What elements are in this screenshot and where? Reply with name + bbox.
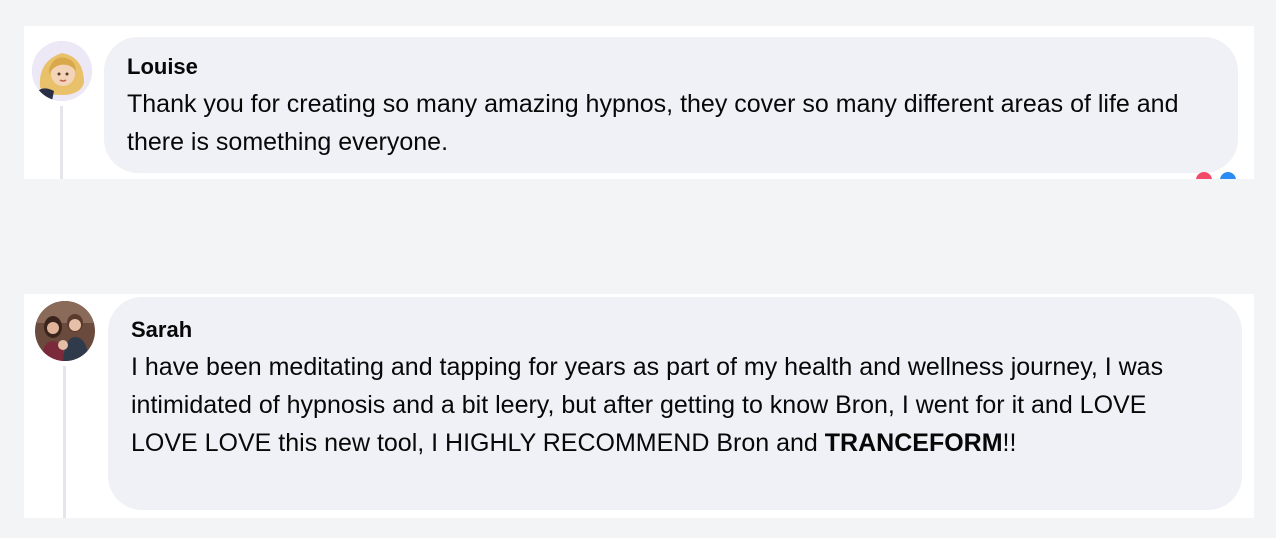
comment-text-end: !! xyxy=(1002,429,1017,457)
avatar[interactable] xyxy=(32,41,92,101)
love-reaction-icon xyxy=(1196,172,1212,179)
comment-bubble: Louise Thank you for creating so many am… xyxy=(104,37,1238,173)
thread-line xyxy=(60,106,63,179)
comment-author[interactable]: Sarah xyxy=(131,316,1218,344)
like-reaction-icon xyxy=(1220,172,1236,179)
avatar-photo xyxy=(35,301,95,361)
thread-line xyxy=(63,366,66,518)
comment-text-bold: TRANCEFORM xyxy=(824,429,1003,457)
reaction-summary[interactable] xyxy=(1196,172,1244,179)
comment-text: Thank you for creating so many amazing h… xyxy=(127,90,1179,156)
avatar[interactable] xyxy=(35,301,95,361)
comment-text: I have been meditating and tapping for y… xyxy=(131,348,1218,462)
avatar-illustration xyxy=(32,41,92,101)
comment-card: Louise Thank you for creating so many am… xyxy=(24,26,1254,179)
comment-author[interactable]: Louise xyxy=(127,53,1214,81)
comment-card: Sarah I have been meditating and tapping… xyxy=(24,294,1254,518)
comment-bubble: Sarah I have been meditating and tapping… xyxy=(108,297,1242,510)
